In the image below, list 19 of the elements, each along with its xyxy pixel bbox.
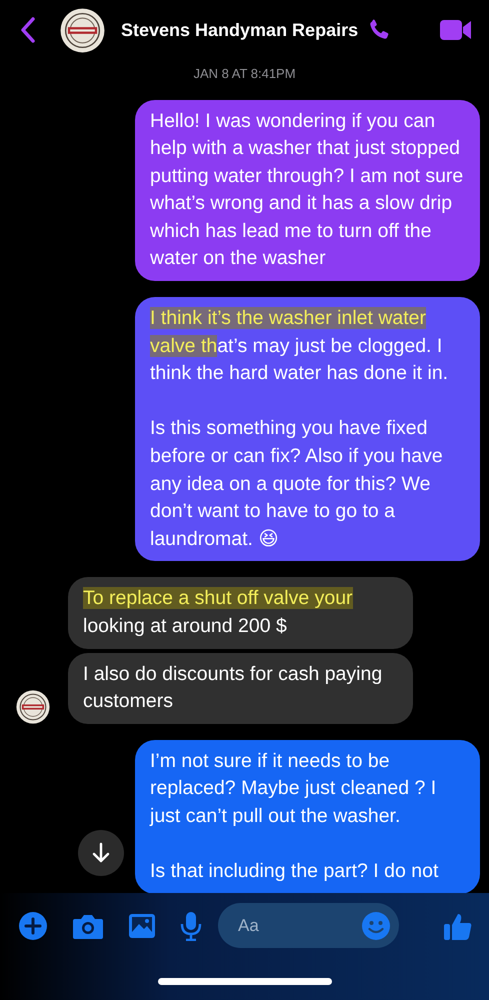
arrow-down-icon bbox=[91, 842, 111, 864]
message-text: To replace a shut off valve your looking at around 200 $ bbox=[83, 586, 354, 639]
video-camera-icon[interactable] bbox=[439, 18, 473, 42]
message-text: Hello! I was wondering if you can help with a washer that just stopped putting water through? I am not sure what’s wrong and it has a slow drip which has lead me to turn off the water on the washer bbox=[150, 108, 464, 272]
message-input[interactable]: Aa bbox=[238, 912, 348, 938]
logo-icon bbox=[60, 8, 105, 52]
message-field[interactable]: Aa bbox=[218, 903, 399, 948]
add-icon[interactable] bbox=[18, 910, 48, 940]
microphone-icon[interactable] bbox=[180, 910, 202, 940]
scroll-down-button[interactable] bbox=[78, 830, 124, 876]
emoji-icon[interactable] bbox=[361, 910, 391, 940]
back-button[interactable] bbox=[20, 16, 36, 44]
message-text: Is this something you have fixed before or can fix? Also if you have any idea on a quote for this? We don’t want to have to go to a laundromat. 😆 bbox=[150, 416, 444, 552]
contact-name: Stevens Handyman Repairs bbox=[121, 18, 358, 42]
timestamp: JAN 8 AT 8:41PM bbox=[192, 65, 297, 83]
message-text: Is that including the part? I do not bbox=[150, 859, 440, 884]
image-icon[interactable] bbox=[128, 912, 156, 938]
message-text: I’m not sure if it needs to be replaced? Maybe just cleaned ? I just can’t pull out the washer. bbox=[150, 748, 438, 829]
message-text: I also do discounts for cash paying customers bbox=[83, 662, 384, 714]
